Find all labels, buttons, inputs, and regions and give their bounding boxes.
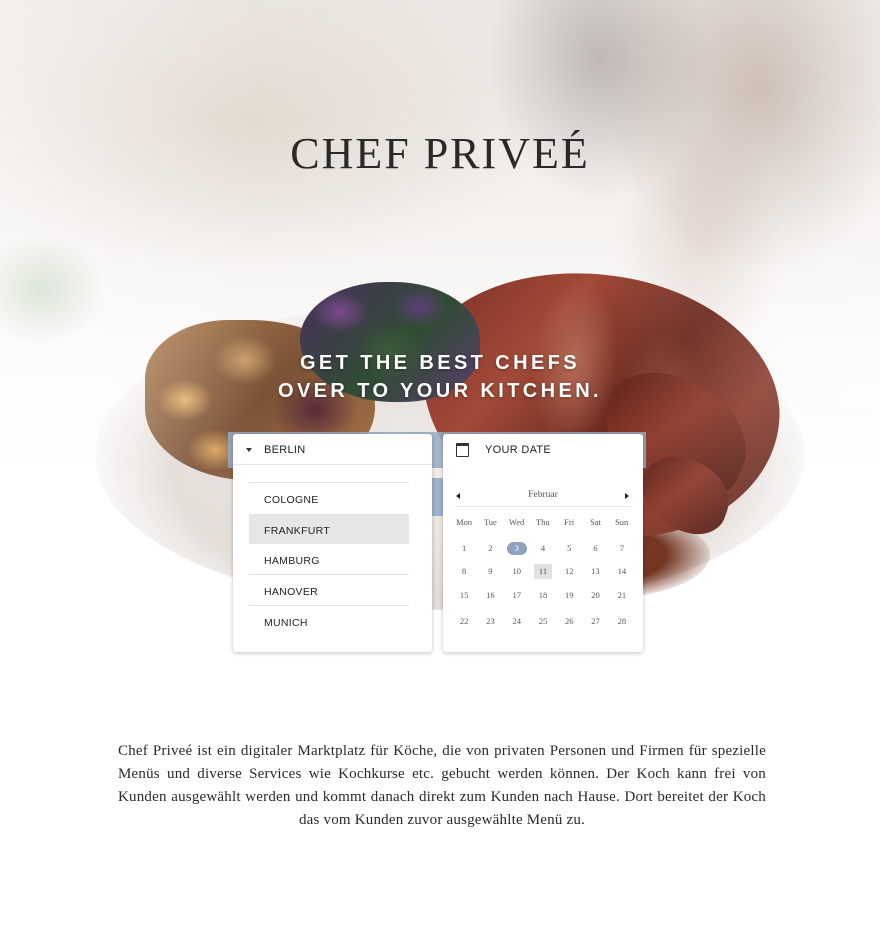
- calendar-day[interactable]: 19: [556, 588, 582, 603]
- calendar-day-number: 13: [591, 566, 600, 576]
- month-navigation: Februar: [455, 490, 631, 507]
- hero-overlay: [0, 0, 880, 680]
- city-option-highlighted[interactable]: FRANKFURT: [249, 514, 409, 543]
- weekday-label: Wed: [508, 517, 525, 527]
- calendar-day[interactable]: 9: [477, 564, 503, 579]
- calendar-day-number: 2: [488, 543, 493, 553]
- calendar-day[interactable]: 2: [477, 541, 503, 556]
- calendar-day-number: 28: [617, 616, 627, 626]
- calendar-day[interactable]: 27: [582, 614, 608, 629]
- tagline-line-2: OVER TO YOUR KITCHEN.: [277, 380, 603, 402]
- calendar-day-number: 3: [506, 542, 527, 555]
- calendar-day-number: 7: [619, 543, 624, 553]
- calendar-day-number: 11: [533, 564, 552, 579]
- caret-down-icon: [246, 448, 252, 452]
- calendar-day-selected[interactable]: 3: [504, 541, 530, 556]
- calendar-day[interactable]: 5: [556, 541, 582, 556]
- city-dropdown[interactable]: BERLIN COLOGNE FRANKFURT HAMBURG HANOVER…: [233, 434, 432, 652]
- calendar-day-number: 25: [538, 616, 548, 626]
- calendar-day[interactable]: 24: [504, 614, 530, 629]
- date-picker[interactable]: YOUR DATE Februar Mon Tue Wed Thu Fri Sa…: [443, 434, 643, 652]
- city-option[interactable]: COLOGNE: [249, 482, 409, 513]
- next-month-icon[interactable]: [625, 493, 629, 499]
- calendar-day-number: 8: [462, 566, 467, 576]
- hero-background: [0, 0, 880, 680]
- hero-tagline: GET THE BEST CHEFS OVER TO YOUR KITCHEN.: [240, 349, 640, 405]
- calendar-week: 1 2 3 4 5 6 7: [451, 541, 635, 556]
- calendar-day[interactable]: 7: [609, 541, 635, 556]
- calendar-day-number: 5: [567, 543, 572, 553]
- weekday-label: Mon: [455, 517, 473, 527]
- weekday-label: Sun: [615, 517, 629, 527]
- calendar-day[interactable]: 18: [530, 588, 556, 603]
- calendar-day[interactable]: 16: [477, 588, 503, 603]
- calendar-day-number: 10: [512, 566, 521, 576]
- weekday-label: Sat: [589, 517, 601, 527]
- calendar-day[interactable]: 8: [451, 564, 477, 579]
- calendar-day-number: 1: [462, 543, 467, 553]
- prev-month-icon[interactable]: [456, 493, 460, 499]
- calendar-day-number: 16: [486, 590, 495, 600]
- calendar-day-number: 27: [591, 616, 600, 626]
- calendar-day-number: 4: [540, 543, 546, 553]
- city-option[interactable]: HAMBURG: [249, 543, 409, 574]
- calendar-day[interactable]: 26: [556, 614, 582, 629]
- calendar-day-number: 19: [565, 590, 574, 600]
- city-selected-value: BERLIN: [264, 444, 306, 456]
- weekday-label: Thu: [535, 517, 550, 527]
- calendar-day[interactable]: 4: [530, 541, 556, 556]
- calendar-day[interactable]: 20: [582, 588, 608, 603]
- calendar-day-number: 26: [565, 616, 574, 626]
- calendar-day[interactable]: 17: [504, 588, 530, 603]
- calendar-day[interactable]: 10: [504, 564, 530, 579]
- calendar-week: 8 9 10 11 12 13 14: [451, 564, 635, 579]
- description-text: Chef Priveé ist ein digitaler Marktplatz…: [118, 743, 766, 828]
- city-options: COLOGNE FRANKFURT HAMBURG HANOVER MUNICH: [249, 482, 409, 636]
- calendar-day-number: 20: [591, 590, 600, 600]
- brand-title: CHEF PRIVEÉ: [290, 129, 590, 178]
- city-option[interactable]: HANOVER: [249, 574, 409, 605]
- calendar-day-number: 18: [538, 590, 548, 600]
- calendar-icon: [456, 443, 469, 457]
- calendar-day-number: 9: [488, 566, 493, 576]
- date-field-label[interactable]: YOUR DATE: [485, 444, 551, 456]
- month-name: Februar: [528, 490, 558, 500]
- tagline-line-1: GET THE BEST CHEFS: [299, 352, 581, 374]
- calendar-week: 15 16 17 18 19 20 21: [451, 588, 635, 603]
- calendar-day-number: 21: [617, 590, 627, 600]
- calendar-day-number: 12: [565, 566, 574, 576]
- calendar-day-number: 6: [593, 543, 598, 553]
- weekday-header: Mon Tue Wed Thu Fri Sat Sun: [451, 517, 635, 527]
- calendar-day[interactable]: 14: [609, 564, 635, 579]
- calendar-day-hovered[interactable]: 11: [530, 564, 556, 579]
- calendar-day-number: 14: [617, 566, 627, 576]
- city-option[interactable]: MUNICH: [249, 605, 409, 636]
- calendar-day-number: 23: [486, 616, 495, 626]
- calendar-day[interactable]: 21: [609, 588, 635, 603]
- calendar-week: 22 23 24 25 26 27 28: [451, 614, 635, 629]
- calendar-day[interactable]: 6: [582, 541, 608, 556]
- calendar-day[interactable]: 15: [451, 588, 477, 603]
- calendar-day[interactable]: 1: [451, 541, 477, 556]
- calendar-day-number: 17: [512, 590, 521, 600]
- weekday-label: Tue: [483, 517, 497, 527]
- calendar-day[interactable]: 28: [609, 614, 635, 629]
- calendar-day-number: 22: [459, 616, 469, 626]
- calendar-day[interactable]: 23: [477, 614, 503, 629]
- calendar-day-number: 15: [459, 590, 469, 600]
- city-select-header[interactable]: BERLIN: [233, 434, 432, 465]
- calendar-day[interactable]: 22: [451, 614, 477, 629]
- calendar-day[interactable]: 25: [530, 614, 556, 629]
- calendar-day-number: 24: [512, 616, 521, 626]
- calendar-day[interactable]: 13: [582, 564, 608, 579]
- calendar-day[interactable]: 12: [556, 564, 582, 579]
- weekday-label: Fri: [564, 517, 575, 527]
